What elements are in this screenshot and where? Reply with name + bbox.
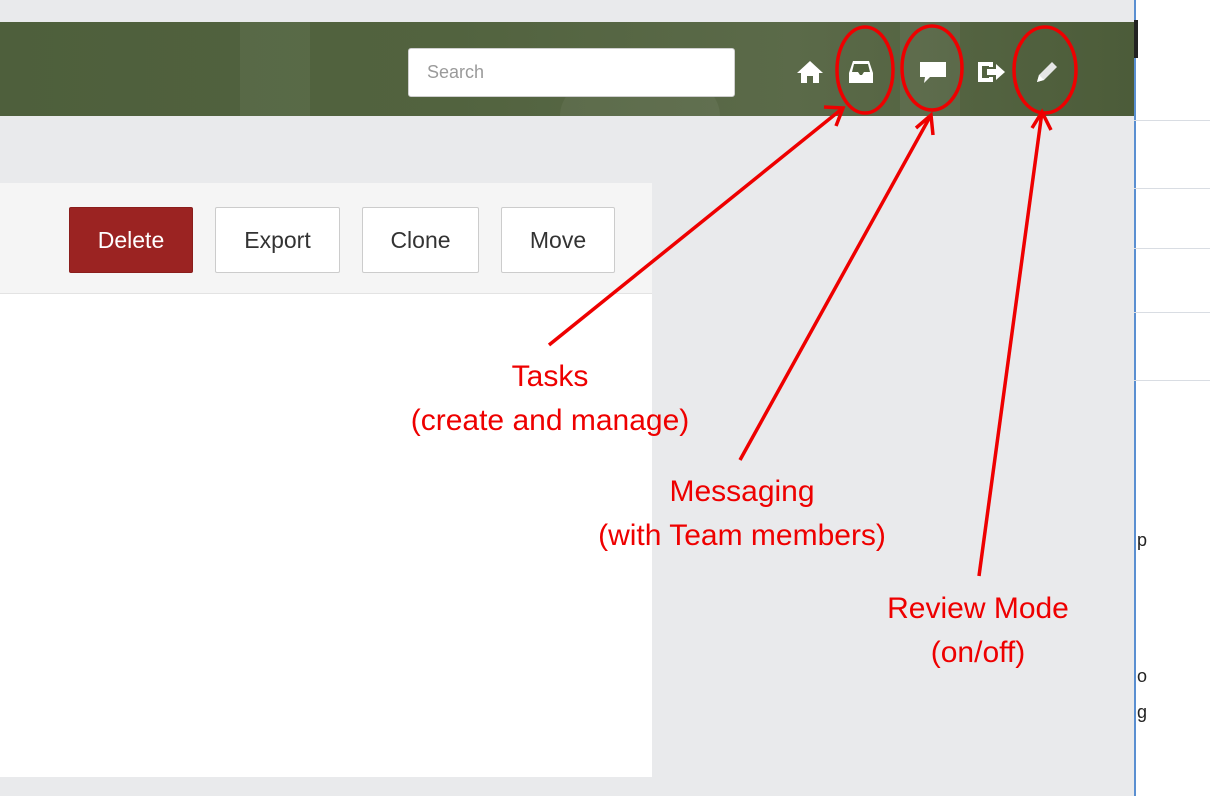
window-edge-mark [1134, 20, 1138, 58]
home-button[interactable] [791, 53, 829, 91]
edge-divider [1134, 120, 1210, 121]
sign-out-icon [978, 62, 1005, 82]
app-window: Delete Export Clone Move [0, 0, 1134, 796]
clipped-text: p [1137, 530, 1148, 550]
chat-bubble-icon [920, 62, 946, 83]
tasks-button[interactable] [842, 53, 880, 91]
sign-out-button[interactable] [972, 53, 1010, 91]
clone-button[interactable]: Clone [362, 207, 479, 273]
inbox-tray-icon [849, 61, 873, 83]
top-navbar [0, 22, 1134, 116]
edge-divider [1134, 248, 1210, 249]
export-button[interactable]: Export [215, 207, 340, 273]
top-strip [0, 0, 1134, 22]
home-icon [797, 61, 823, 83]
panel-toolbar: Delete Export Clone Move [0, 183, 652, 294]
search-input[interactable] [408, 48, 735, 97]
content-panel: Delete Export Clone Move [0, 183, 652, 777]
edge-divider [1134, 188, 1210, 189]
edge-divider [1134, 380, 1210, 381]
pencil-icon [1037, 62, 1057, 82]
messaging-button[interactable] [914, 53, 952, 91]
clipped-text: g [1137, 702, 1148, 722]
clipped-text: o [1137, 666, 1148, 686]
delete-button[interactable]: Delete [69, 207, 193, 273]
move-button[interactable]: Move [501, 207, 615, 273]
review-mode-button[interactable] [1028, 53, 1066, 91]
edge-divider [1134, 312, 1210, 313]
